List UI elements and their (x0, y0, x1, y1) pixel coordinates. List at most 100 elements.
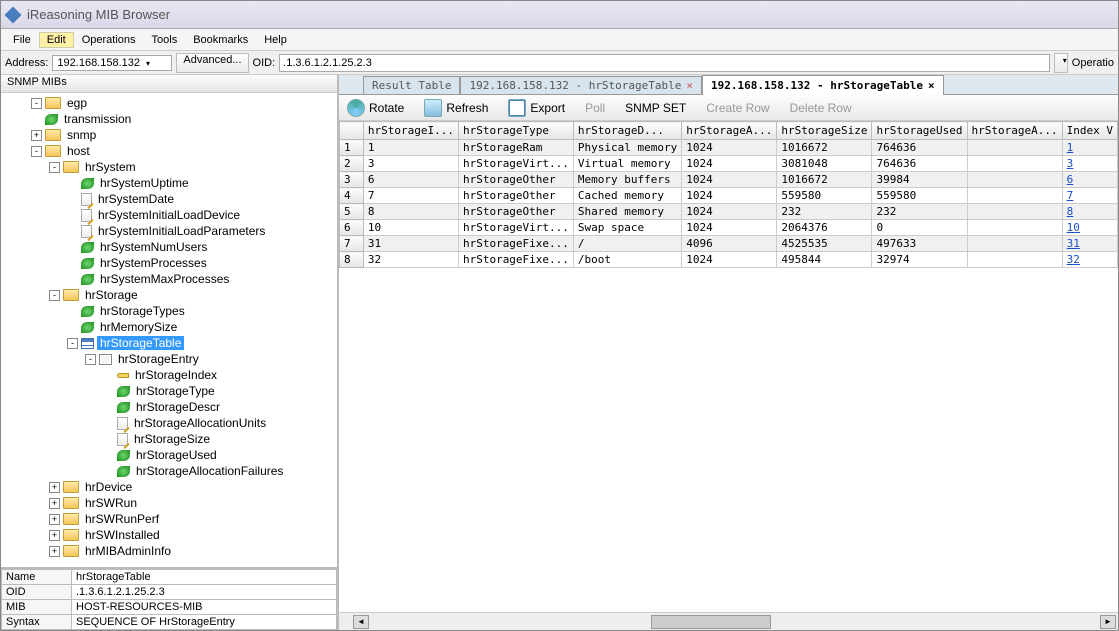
cell[interactable]: 1016672 (777, 172, 872, 188)
cell[interactable]: hrStorageOther (458, 172, 573, 188)
cell[interactable]: 1024 (682, 140, 777, 156)
cell[interactable]: Memory buffers (573, 172, 681, 188)
expander-icon[interactable]: + (31, 130, 42, 141)
cell[interactable]: 1024 (682, 220, 777, 236)
tree-node-hrSWRunPerf[interactable]: +hrSWRunPerf (1, 511, 337, 527)
column-header[interactable]: hrStorageType (458, 122, 573, 140)
expander-icon[interactable]: + (49, 514, 60, 525)
cell[interactable]: Physical memory (573, 140, 681, 156)
tree-node-snmp[interactable]: +snmp (1, 127, 337, 143)
tab[interactable]: Result Table (363, 76, 460, 94)
menu-tools[interactable]: Tools (144, 32, 186, 48)
scroll-right-icon[interactable]: ► (1100, 615, 1116, 629)
cell[interactable]: 1024 (682, 252, 777, 268)
cell[interactable]: 8 (363, 204, 458, 220)
tree-node-hrStorageType[interactable]: hrStorageType (1, 383, 337, 399)
cell[interactable]: 7 (363, 188, 458, 204)
cell[interactable]: hrStorageOther (458, 188, 573, 204)
row-number[interactable]: 6 (340, 220, 364, 236)
cell[interactable]: 232 (777, 204, 872, 220)
cell[interactable]: 6 (1062, 172, 1117, 188)
tree-node-egp[interactable]: -egp (1, 95, 337, 111)
expander-icon[interactable]: + (49, 530, 60, 541)
row-number[interactable]: 3 (340, 172, 364, 188)
cell[interactable] (967, 220, 1062, 236)
menu-file[interactable]: File (5, 32, 39, 48)
cell[interactable]: hrStorageRam (458, 140, 573, 156)
cell[interactable]: 1024 (682, 188, 777, 204)
column-header[interactable]: hrStorageSize (777, 122, 872, 140)
cell[interactable]: hrStorageVirt... (458, 156, 573, 172)
cell[interactable]: 3 (363, 156, 458, 172)
tree-node-hrSystemInitialLoadDevice[interactable]: hrSystemInitialLoadDevice (1, 207, 337, 223)
expander-icon[interactable]: - (49, 162, 60, 173)
tree-node-hrSystemNumUsers[interactable]: hrSystemNumUsers (1, 239, 337, 255)
cell[interactable]: Shared memory (573, 204, 681, 220)
cell[interactable]: 10 (1062, 220, 1117, 236)
expander-icon[interactable]: + (49, 498, 60, 509)
cell[interactable]: 1024 (682, 172, 777, 188)
cell[interactable]: 495844 (777, 252, 872, 268)
tree-node-hrStorageUsed[interactable]: hrStorageUsed (1, 447, 337, 463)
cell[interactable]: / (573, 236, 681, 252)
row-number[interactable]: 4 (340, 188, 364, 204)
close-icon[interactable]: × (928, 79, 935, 92)
cell[interactable] (967, 140, 1062, 156)
row-number[interactable]: 7 (340, 236, 364, 252)
cell[interactable]: 39984 (872, 172, 967, 188)
tree-node-hrSWRun[interactable]: +hrSWRun (1, 495, 337, 511)
cell[interactable]: 4525535 (777, 236, 872, 252)
menu-operations[interactable]: Operations (74, 32, 144, 48)
cell[interactable]: 32 (1062, 252, 1117, 268)
cell[interactable] (967, 188, 1062, 204)
column-header[interactable]: hrStorageA... (682, 122, 777, 140)
tab[interactable]: 192.168.158.132 - hrStorageTable× (460, 76, 702, 94)
tree-node-hrStorageDescr[interactable]: hrStorageDescr (1, 399, 337, 415)
cell[interactable]: 3081048 (777, 156, 872, 172)
cell[interactable]: 31 (1062, 236, 1117, 252)
column-header[interactable]: hrStorageI... (363, 122, 458, 140)
tree-node-hrStorageAllocationFailures[interactable]: hrStorageAllocationFailures (1, 463, 337, 479)
cell[interactable]: 559580 (872, 188, 967, 204)
tree-node-hrStorageTable[interactable]: -hrStorageTable (1, 335, 337, 351)
cell[interactable]: 764636 (872, 140, 967, 156)
cell[interactable]: hrStorageOther (458, 204, 573, 220)
tree-node-hrSystemUptime[interactable]: hrSystemUptime (1, 175, 337, 191)
cell[interactable]: 31 (363, 236, 458, 252)
column-header[interactable]: hrStorageD... (573, 122, 681, 140)
refresh-button[interactable]: Refresh (424, 99, 488, 117)
row-number[interactable]: 5 (340, 204, 364, 220)
menu-edit[interactable]: Edit (39, 32, 74, 48)
oid-dropdown[interactable] (1054, 53, 1068, 73)
tree-node-hrStorageTypes[interactable]: hrStorageTypes (1, 303, 337, 319)
scroll-thumb[interactable] (651, 615, 771, 629)
cell[interactable]: 1 (363, 140, 458, 156)
cell[interactable]: 3 (1062, 156, 1117, 172)
cell[interactable]: 497633 (872, 236, 967, 252)
cell[interactable]: 1016672 (777, 140, 872, 156)
expander-icon[interactable]: + (49, 482, 60, 493)
tab[interactable]: 192.168.158.132 - hrStorageTable× (702, 75, 944, 95)
expander-icon[interactable]: - (31, 98, 42, 109)
tree-node-hrDevice[interactable]: +hrDevice (1, 479, 337, 495)
expander-icon[interactable]: - (49, 290, 60, 301)
export-button[interactable]: Export (508, 99, 565, 117)
tree-node-hrMemorySize[interactable]: hrMemorySize (1, 319, 337, 335)
column-header[interactable]: hrStorageA... (967, 122, 1062, 140)
cell[interactable]: hrStorageVirt... (458, 220, 573, 236)
oid-input[interactable] (279, 54, 1050, 72)
column-header[interactable]: Index V (1062, 122, 1117, 140)
cell[interactable] (967, 156, 1062, 172)
cell[interactable]: 8 (1062, 204, 1117, 220)
horizontal-scrollbar[interactable]: ◄ ► (339, 612, 1118, 630)
cell[interactable]: 764636 (872, 156, 967, 172)
row-number[interactable]: 8 (340, 252, 364, 268)
cell[interactable]: 7 (1062, 188, 1117, 204)
tree-node-hrStorageSize[interactable]: hrStorageSize (1, 431, 337, 447)
tree-node-host[interactable]: -host (1, 143, 337, 159)
cell[interactable]: 1024 (682, 204, 777, 220)
result-table[interactable]: hrStorageI...hrStorageTypehrStorageD...h… (339, 121, 1118, 612)
cell[interactable]: 32974 (872, 252, 967, 268)
cell[interactable]: hrStorageFixe... (458, 236, 573, 252)
cell[interactable]: 0 (872, 220, 967, 236)
